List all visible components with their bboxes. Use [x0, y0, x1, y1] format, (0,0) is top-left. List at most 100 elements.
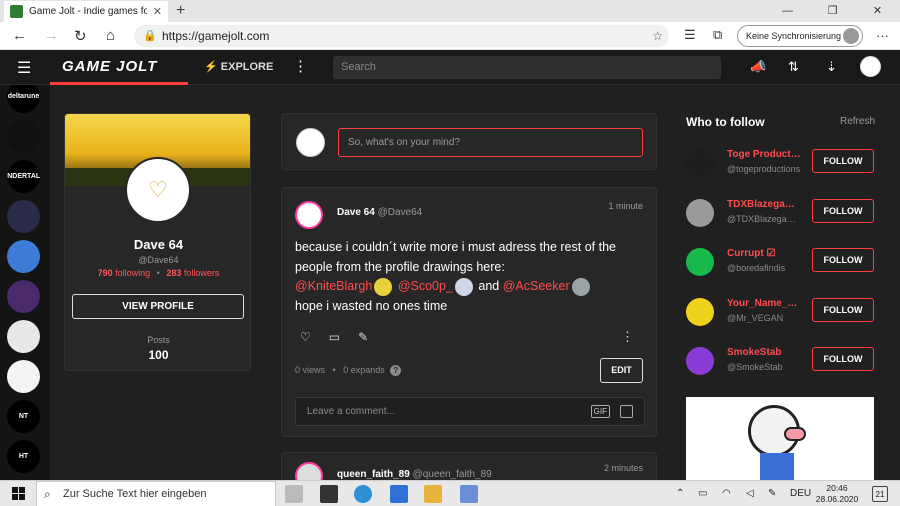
favorites-list-icon[interactable]: ☰	[684, 27, 696, 43]
suggested-user-avatar[interactable]	[686, 149, 714, 177]
language-indicator[interactable]: DEU	[790, 488, 811, 499]
community-icon[interactable]	[7, 240, 40, 273]
site-logo[interactable]: GAME JOLT	[62, 58, 157, 75]
community-icon[interactable]	[7, 360, 40, 393]
mention-link[interactable]: @KniteBlargh	[295, 279, 372, 293]
activity-icon[interactable]: ⇅	[788, 59, 799, 75]
tray-chevron-icon[interactable]: ⌃	[676, 488, 684, 499]
new-tab-icon[interactable]: +	[176, 2, 185, 20]
browser-tab[interactable]: Game Jolt - Indie games for the l ✕	[4, 1, 168, 22]
profile-avatar[interactable]: ♡	[125, 157, 191, 223]
collections-icon[interactable]: ⧉	[713, 27, 722, 43]
community-icon[interactable]	[7, 120, 40, 153]
sticker-icon[interactable]: ✎	[358, 330, 368, 344]
help-icon[interactable]: ?	[390, 365, 402, 376]
suggested-user-avatar[interactable]	[686, 248, 714, 276]
refresh-link[interactable]: Refresh	[840, 116, 875, 127]
image-icon[interactable]	[620, 405, 633, 418]
mention-link[interactable]: @Sco0p_	[398, 279, 453, 293]
suggested-user-name[interactable]: Toge Productions	[727, 149, 802, 160]
taskbar-search[interactable]: ⌕ Zur Suche Text hier eingeben	[36, 481, 276, 506]
suggested-user-name[interactable]: SmokeStab	[727, 347, 802, 358]
suggested-user-avatar[interactable]	[686, 347, 714, 375]
post-author-avatar[interactable]	[295, 201, 323, 229]
gamejolt-favicon-icon	[10, 5, 23, 18]
notifications-icon[interactable]: ⇣	[826, 59, 837, 75]
post-actions: ♡ ▭ ✎	[300, 330, 368, 344]
community-icon[interactable]	[7, 280, 40, 313]
more-options-icon[interactable]: ⋮	[293, 57, 308, 75]
hamburger-menu-icon[interactable]: ☰	[17, 58, 31, 78]
followers-link[interactable]: 283 followers	[166, 268, 219, 278]
suggested-user-name[interactable]: TDXBlazegames	[727, 199, 802, 210]
url-field[interactable]: 🔒 https://gamejolt.com ☆	[134, 25, 669, 47]
close-tab-icon[interactable]: ✕	[153, 5, 162, 18]
announcement-icon[interactable]: 📣	[750, 59, 766, 75]
community-icon[interactable]: HT	[7, 440, 40, 473]
wifi-icon[interactable]: ◠	[722, 488, 731, 499]
follow-button[interactable]: FOLLOW	[812, 297, 874, 322]
notification-center-icon[interactable]: 21	[872, 486, 888, 502]
community-icon[interactable]: NT	[7, 400, 40, 433]
compose-input[interactable]: So, what's on your mind?	[338, 128, 643, 157]
suggested-user-name[interactable]: Your_Name_Here	[727, 298, 802, 309]
home-icon[interactable]: ⌂	[106, 27, 115, 44]
follow-suggestion: Toge Productions @togeproductions FOLLOW	[686, 145, 876, 185]
edit-post-button[interactable]: EDIT	[600, 358, 643, 383]
sidebar-ad[interactable]	[686, 397, 874, 480]
forward-arrow-icon[interactable]: →	[44, 27, 59, 44]
follow-button[interactable]: FOLLOW	[812, 198, 874, 223]
taskbar-clock[interactable]: 20:46 28.06.2020	[812, 483, 862, 505]
minimize-icon[interactable]: —	[765, 0, 810, 22]
follow-button[interactable]: FOLLOW	[812, 149, 874, 173]
post-time: 2 minutes	[603, 463, 643, 473]
pen-icon[interactable]: ✎	[768, 488, 776, 499]
sync-button[interactable]: Keine Synchronisierung	[737, 25, 863, 47]
feed-post: Dave 64 @Dave64 1 minute because i could…	[281, 187, 657, 437]
view-profile-button[interactable]: VIEW PROFILE	[72, 294, 244, 319]
volume-icon[interactable]: ◁	[746, 488, 754, 499]
site-top-bar: ☰ GAME JOLT ⚡ EXPLORE ⋮ Search 📣 ⇅ ⇣	[0, 50, 900, 85]
explore-link[interactable]: ⚡ EXPLORE	[204, 60, 273, 73]
community-icon[interactable]: deltarune	[7, 85, 40, 113]
task-view-icon[interactable]	[285, 485, 303, 503]
restore-icon[interactable]: ❐	[810, 0, 855, 22]
store-icon[interactable]	[320, 485, 338, 503]
mail-icon[interactable]	[390, 485, 408, 503]
favorite-star-icon[interactable]: ☆	[652, 25, 663, 47]
gif-icon[interactable]: GIF	[590, 405, 610, 418]
mention-link[interactable]: @AcSeeker	[503, 279, 570, 293]
suggested-user-avatar[interactable]	[686, 297, 714, 326]
app-icon[interactable]	[460, 485, 478, 503]
suggested-user-name[interactable]: Currupt ☑	[727, 248, 802, 259]
battery-icon[interactable]: ▭	[698, 488, 707, 499]
windows-start-icon[interactable]	[12, 487, 25, 500]
edge-browser-icon[interactable]	[354, 485, 372, 503]
back-arrow-icon[interactable]: ←	[12, 27, 27, 44]
suggested-user-handle: @boredafindis	[727, 263, 786, 273]
user-avatar[interactable]	[860, 56, 881, 77]
community-icon[interactable]	[7, 320, 40, 353]
suggested-user-handle: @Mr_VEGAN	[727, 312, 784, 323]
post-options-icon[interactable]: ⋮	[621, 329, 634, 345]
site-search-input[interactable]: Search	[333, 56, 721, 79]
post-author[interactable]: queen_faith_89 @queen_faith_89	[337, 469, 492, 480]
close-window-icon[interactable]: ✕	[855, 0, 900, 22]
suggested-user-avatar[interactable]	[686, 198, 714, 227]
reload-icon[interactable]: ↻	[74, 27, 87, 45]
post-author[interactable]: Dave 64 @Dave64	[337, 207, 422, 218]
follow-button[interactable]: FOLLOW	[812, 347, 874, 371]
browser-menu-icon[interactable]: ···	[876, 28, 889, 43]
follow-button[interactable]: FOLLOW	[812, 248, 874, 272]
comment-input[interactable]: Leave a comment... GIF	[295, 397, 645, 426]
file-explorer-icon[interactable]	[424, 485, 442, 503]
community-icon[interactable]: UNDERTALE	[7, 160, 40, 193]
search-icon: ⌕	[44, 487, 51, 501]
community-icon[interactable]	[7, 200, 40, 233]
suggested-user-handle: @TDXBlazegames	[727, 213, 802, 224]
follow-suggestion: SmokeStab @SmokeStab FOLLOW	[686, 343, 876, 383]
like-heart-icon[interactable]: ♡	[300, 330, 311, 344]
compass-icon: ⚡	[204, 61, 221, 73]
following-link[interactable]: 790 following	[98, 268, 151, 278]
comment-bubble-icon[interactable]: ▭	[329, 330, 340, 344]
